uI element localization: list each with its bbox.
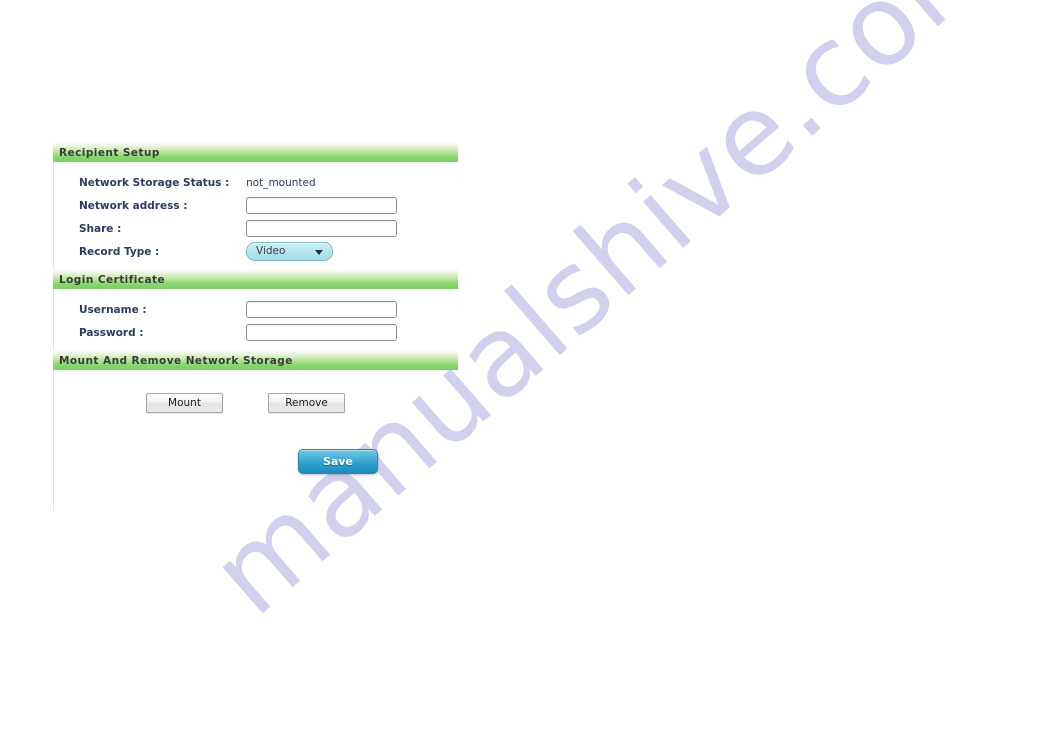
row-username: Username :: [53, 298, 459, 321]
section-mount-and-remove: Mount And Remove Network Storage Mount R…: [53, 350, 459, 480]
share-input[interactable]: [246, 220, 397, 237]
mount-button[interactable]: Mount: [146, 393, 223, 413]
record-type-select[interactable]: Video: [246, 242, 333, 261]
section-header-recipient-setup: Recipient Setup: [53, 142, 458, 162]
row-share: Share :: [53, 217, 459, 240]
network-address-input[interactable]: [246, 197, 397, 214]
mount-remove-button-row: Mount Remove: [53, 379, 459, 413]
row-record-type: Record Type : Video: [53, 240, 459, 263]
section-header-login-certificate: Login Certificate: [53, 269, 458, 289]
username-input[interactable]: [246, 301, 397, 318]
record-type-selected-value: Video: [256, 244, 286, 257]
row-password: Password :: [53, 321, 459, 344]
label-share: Share :: [79, 222, 122, 235]
section-recipient-setup: Recipient Setup Network Storage Status :…: [53, 142, 459, 269]
section-header-mount-and-remove: Mount And Remove Network Storage: [53, 350, 458, 370]
password-input[interactable]: [246, 324, 397, 341]
save-button[interactable]: Save: [298, 449, 378, 474]
chevron-down-icon: [315, 249, 323, 255]
section-body-login-certificate: Username : Password :: [53, 289, 459, 350]
label-record-type: Record Type :: [79, 245, 160, 258]
section-title: Login Certificate: [59, 273, 166, 286]
section-login-certificate: Login Certificate Username : Password :: [53, 269, 459, 350]
row-network-storage-status: Network Storage Status : not_mounted: [53, 171, 459, 194]
label-network-address: Network address :: [79, 199, 188, 212]
section-body-mount-and-remove: Mount Remove Save: [53, 370, 459, 480]
section-title: Recipient Setup: [59, 146, 160, 159]
label-network-storage-status: Network Storage Status :: [79, 176, 230, 189]
section-title: Mount And Remove Network Storage: [59, 354, 293, 367]
label-password: Password :: [79, 326, 144, 339]
remove-button[interactable]: Remove: [268, 393, 345, 413]
save-button-row: Save: [53, 413, 459, 474]
label-username: Username :: [79, 303, 147, 316]
value-network-storage-status: not_mounted: [246, 176, 316, 189]
row-network-address: Network address :: [53, 194, 459, 217]
network-storage-setup-page: Recipient Setup Network Storage Status :…: [53, 142, 459, 480]
section-body-recipient-setup: Network Storage Status : not_mounted Net…: [53, 162, 459, 269]
